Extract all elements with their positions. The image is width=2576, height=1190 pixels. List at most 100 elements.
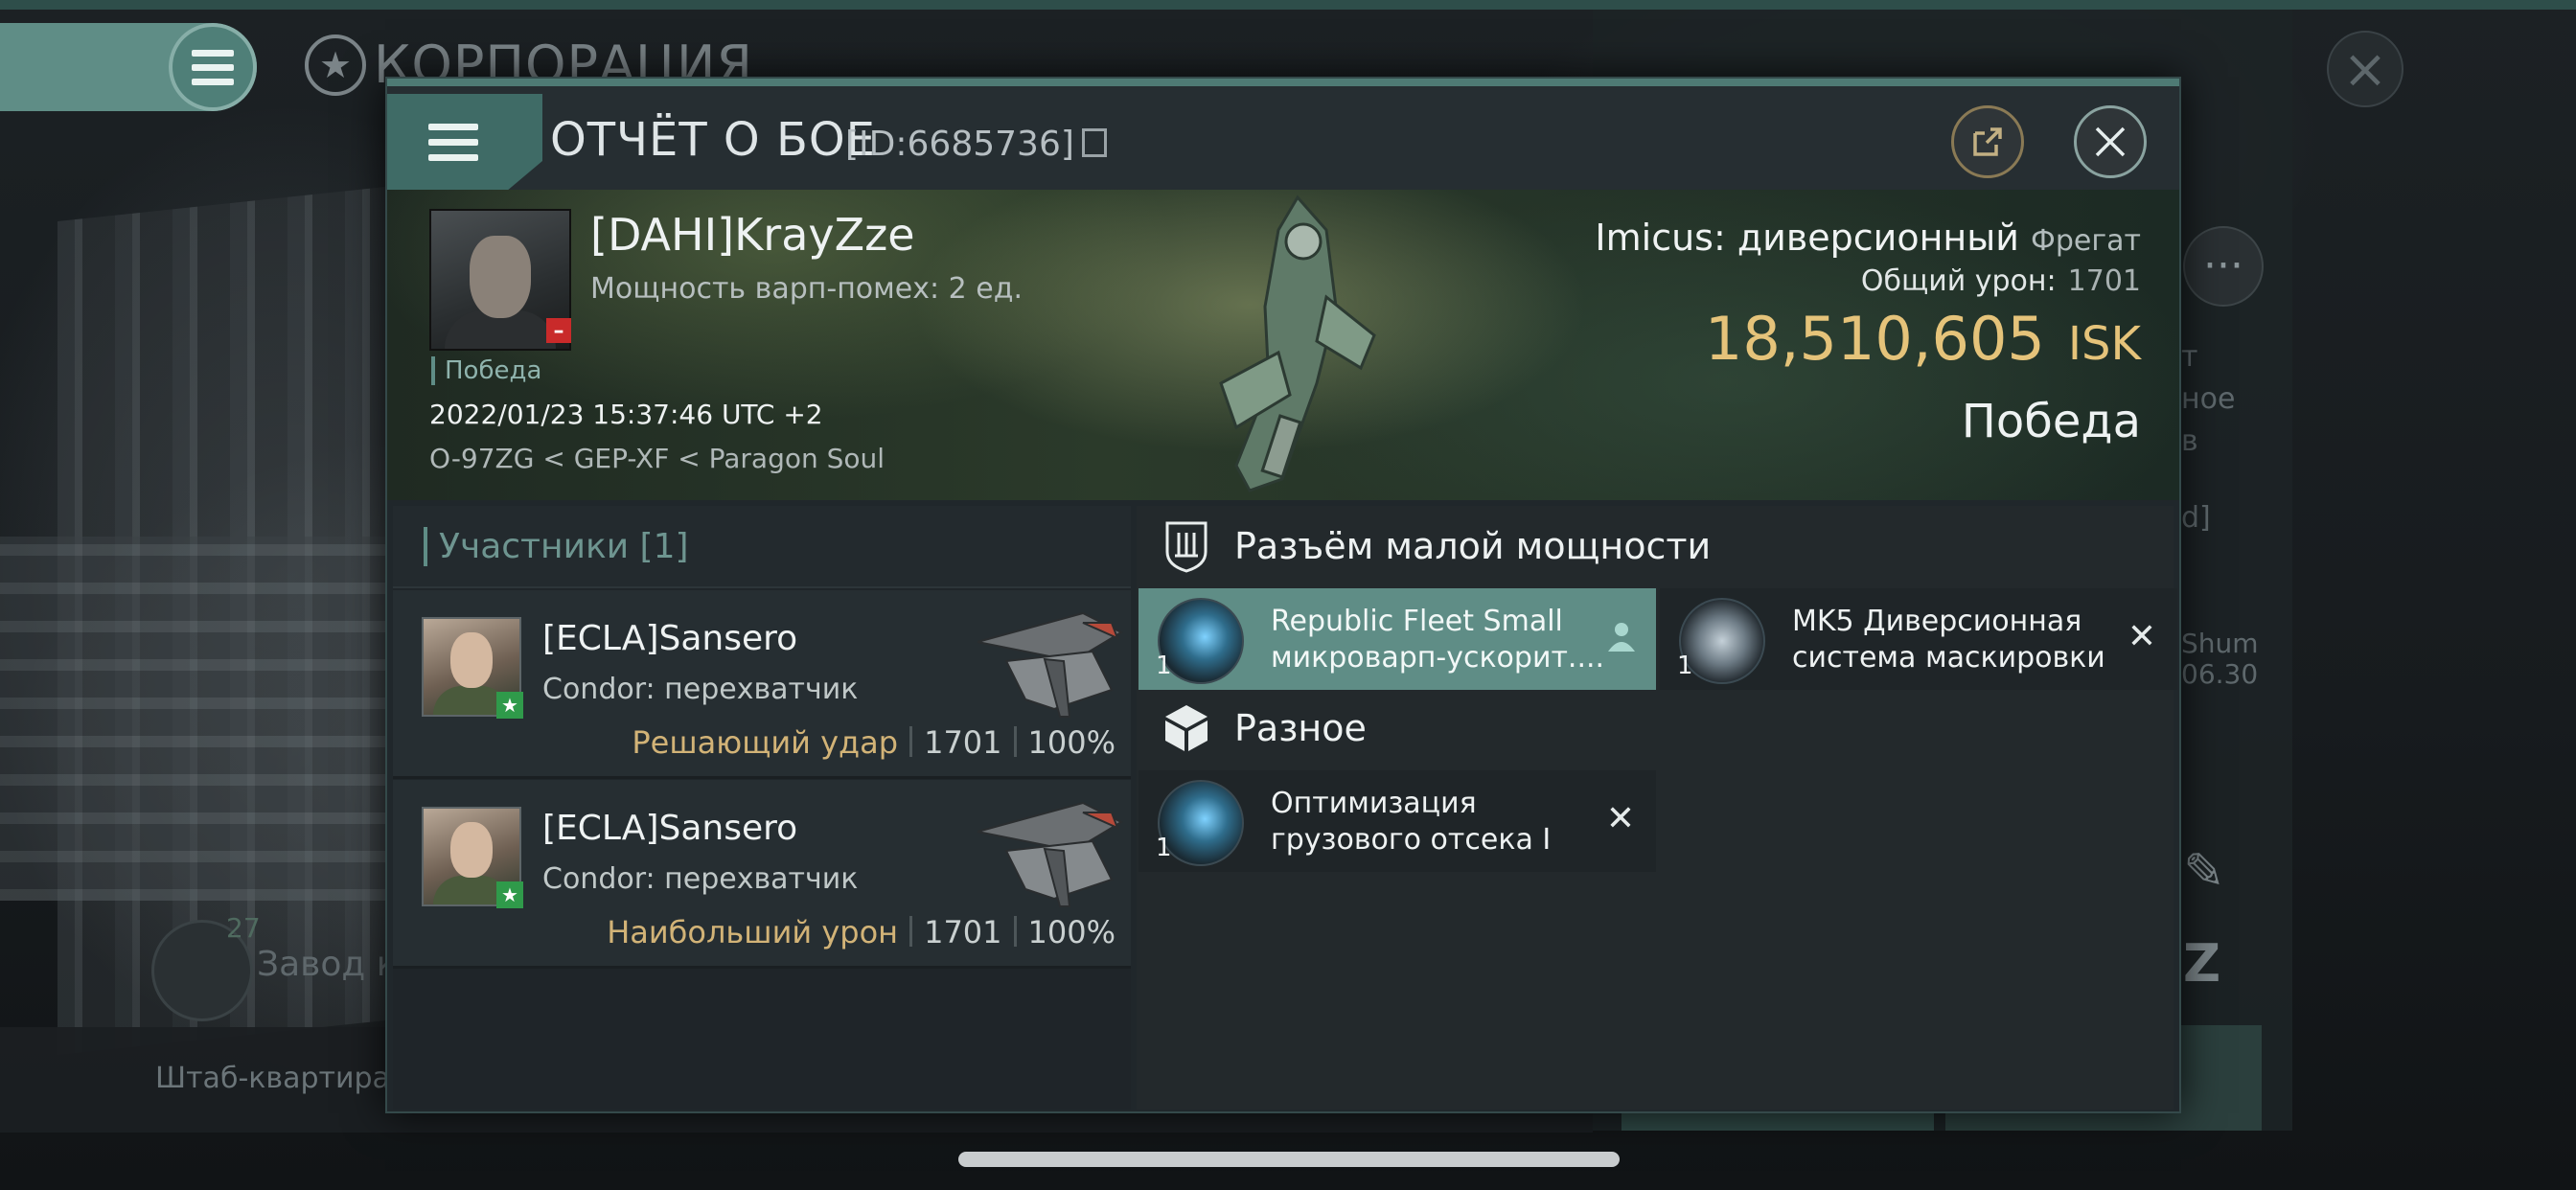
ship-name-line[interactable]: Imicus: диверсионный Фрегат [1595,217,2141,259]
main-menu-button[interactable] [169,23,257,111]
bg-text: Shum [2181,628,2259,659]
background-close-icon[interactable]: × [2327,31,2404,107]
home-indicator[interactable] [958,1152,1620,1167]
star-badge-icon: ★ [496,692,523,719]
star-badge-icon: ★ [496,881,523,908]
divider [1013,726,1017,757]
destroyed-x-icon: ✕ [2127,617,2156,656]
copy-icon[interactable] [1081,128,1107,157]
participant-role: Решающий удар [632,724,899,761]
corporation-star-icon: ★ [305,34,366,96]
participant-ship-image [977,801,1124,907]
participant-role: Наибольший урон [607,914,899,950]
report-title: ОТЧЁТ О БОЕ [550,113,876,167]
module-item[interactable]: 1 Republic Fleet Small микроварп-ускорит… [1138,588,1656,690]
total-damage-value: 1701 [2067,264,2141,298]
isk-value-line: 18,510,605 ISK [1595,304,2141,374]
participant-percent: 100% [1027,724,1116,761]
warp-disruption-strength: Мощность варп-помех: 2 ед. [590,272,1024,306]
kill-location[interactable]: O-97ZG < GEP-XF < Paragon Soul [429,443,885,474]
station-structure-lower [0,537,402,901]
dialog-accent-line [387,79,2179,86]
module-quantity: 1 [1156,834,1172,862]
low-slot-header: Разъём малой мощности [1137,506,2174,586]
share-icon [1973,127,2002,156]
participant-name: [ECLA]Sansero [542,809,798,848]
participants-header: Участники [1] [393,506,1131,588]
module-name: Оптимизация грузового отсека I [1271,786,1551,858]
isk-value: 18,510,605 [1704,304,2045,374]
total-damage-label: Общий урон: [1860,264,2057,298]
participant-ship: Condor: перехватчик [542,862,859,896]
divider [1013,916,1017,947]
module-name-line1: Republic Fleet Small [1271,605,1563,638]
battle-result: Победа [1961,395,2141,448]
participant-row[interactable]: ★ [ECLA]Sansero Condor: перехватчик Наиб… [393,780,1131,969]
close-button[interactable] [2074,105,2147,178]
report-id-text: [ID:6685736] [845,125,1074,164]
hostile-badge-icon: – [546,318,571,343]
participant-percent: 100% [1027,914,1116,950]
hamburger-icon [192,49,234,85]
victim-banner: – [DAHI]KrayZze Мощность варп-помех: 2 е… [387,190,2179,500]
portrait-face [450,822,493,878]
combat-report-dialog: ОТЧЁТ О БОЕ [ID:6685736] – [DAHI]KrayZze… [385,77,2181,1113]
victim-name[interactable]: [DAHI]KrayZze [590,209,915,261]
low-slot-icon [1158,517,1215,575]
module-quantity: 1 [1156,652,1172,680]
module-name-line2: микроварп-ускорит.... [1271,641,1605,675]
module-name: Republic Fleet Small микроварп-ускорит..… [1271,604,1604,676]
participants-label: Участники [1] [424,527,689,566]
total-damage-line: Общий урон: 1701 [1595,264,2141,298]
report-id[interactable]: [ID:6685736] [845,125,1107,164]
participant-stats: Наибольший урон 1701 100% [607,914,1116,950]
module-name: MK5 Диверсионная система маскировки [1792,604,2105,676]
bg-text: в [2181,424,2198,458]
portrait-face [450,632,493,688]
module-name-line1: Оптимизация [1271,787,1477,820]
ship-name: Imicus: диверсионный [1595,217,2019,259]
destroyed-x-icon: ✕ [1605,799,1635,838]
close-icon [2095,126,2126,157]
participant-row[interactable]: ★ [ECLA]Sansero Condor: перехватчик Реша… [393,590,1131,779]
module-name-line1: MK5 Диверсионная [1792,605,2082,638]
participants-panel: Участники [1] ★ [ECLA]Sansero Condor: пе… [393,506,1131,1110]
edit-icon[interactable]: ✎ [2183,843,2225,901]
kill-datetime: 2022/01/23 15:37:46 UTC +2 [429,399,823,430]
share-button[interactable] [1951,105,2024,178]
bg-text: ное [2181,382,2236,416]
hamburger-icon [428,123,478,161]
more-options-icon[interactable]: ··· [2183,226,2264,307]
bg-text: d] [2181,501,2211,535]
module-item[interactable]: 1 Оптимизация грузового отсека I ✕ [1138,770,1656,872]
top-accent-line [0,0,2576,10]
participant-ship-image [977,611,1124,718]
participant-ship: Condor: перехватчик [542,673,859,706]
module-item[interactable]: 1 MK5 Диверсионная система маскировки ✕ [1660,588,2177,690]
misc-title: Разное [1234,707,1367,749]
victory-tag: Победа [431,356,541,385]
module-quantity: 1 [1677,652,1693,680]
ship-summary: Imicus: диверсионный Фрегат Общий урон: 1… [1595,217,2141,448]
participant-name: [ECLA]Sansero [542,619,798,658]
cargo-box-icon [1158,699,1215,757]
divider [909,916,913,947]
low-slot-title: Разъём малой мощности [1234,525,1712,567]
misc-header: Разное [1137,688,2174,768]
factory-label: Завод к [257,945,398,984]
factory-count: 27 [226,912,261,944]
bg-text: 06.30 [2181,658,2259,690]
participant-stats: Решающий удар 1701 100% [632,724,1116,761]
module-name-line2: грузового отсека I [1271,823,1552,857]
dialog-header: ОТЧЁТ О БОЕ [ID:6685736] [387,86,2179,190]
settings-z-icon[interactable]: Z [2183,933,2220,994]
module-name-line2: система маскировки [1792,641,2105,675]
victim-ship-image[interactable] [1183,192,1384,496]
bg-text: т [2181,340,2198,374]
hq-label: Штаб-квартира К [155,1062,420,1095]
fitting-panel: Разъём малой мощности 1 Republic Fleet S… [1137,506,2177,1110]
report-menu-button[interactable] [387,94,542,190]
person-icon [1608,623,1635,652]
participant-damage: 1701 [924,724,1002,761]
ship-class: Фрегат [2031,224,2141,258]
